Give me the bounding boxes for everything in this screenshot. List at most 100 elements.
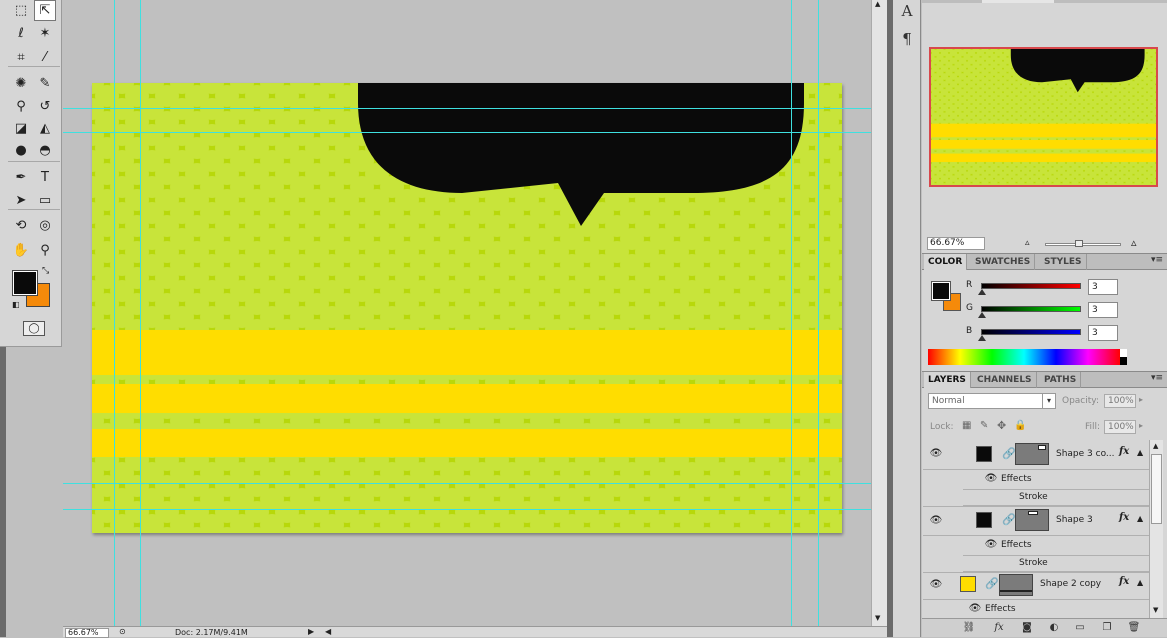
guide-horizontal[interactable] <box>63 509 871 510</box>
color-spectrum-bar[interactable] <box>928 349 1120 365</box>
add-layer-style-icon[interactable]: fx <box>992 622 1006 634</box>
green-value-field[interactable]: 3 <box>1088 302 1118 318</box>
lasso-tool-icon[interactable]: ℓ <box>10 23 32 44</box>
effect-row[interactable]: Stroke <box>963 489 1149 506</box>
layer-color-swatch[interactable] <box>960 576 976 592</box>
panel-menu-icon[interactable]: ▾≡ <box>1151 255 1163 265</box>
effects-collapse-icon[interactable]: ▲ <box>1137 514 1143 523</box>
layer-effects-icon[interactable]: fx <box>1119 576 1129 587</box>
eyedropper-tool-icon[interactable]: ⁄ <box>34 47 56 68</box>
path-selection-tool-icon[interactable]: ➤ <box>10 190 32 211</box>
zoom-in-icon[interactable]: ▵ <box>1131 236 1137 249</box>
effects-row[interactable]: 👁 Effects <box>923 470 1149 489</box>
delete-layer-icon[interactable]: 🗑 <box>1127 622 1141 634</box>
green-slider-caret[interactable] <box>978 312 986 318</box>
guide-vertical[interactable] <box>791 0 792 626</box>
layers-scrollbar[interactable]: ▲ ▼ <box>1149 440 1163 618</box>
eraser-tool-icon[interactable]: ◪ <box>10 118 32 139</box>
eye-visibility-icon[interactable]: 👁 <box>928 579 944 591</box>
layer-color-swatch[interactable] <box>976 512 992 528</box>
layer-name[interactable]: Shape 2 copy <box>1040 579 1101 589</box>
fill-field[interactable]: 100% <box>1104 420 1136 434</box>
rectangular-marquee-tool-icon[interactable]: ⬚ <box>10 0 32 21</box>
scroll-up-arrow-icon[interactable]: ▲ <box>1153 442 1158 450</box>
new-layer-icon[interactable]: ❐ <box>1100 622 1114 634</box>
crop-tool-icon[interactable]: ⌗ <box>10 47 32 68</box>
layer-color-swatch[interactable] <box>976 446 992 462</box>
magic-wand-tool-icon[interactable]: ✶ <box>34 23 56 44</box>
tab-channels[interactable]: CHANNELS <box>973 372 1037 388</box>
red-slider-caret[interactable] <box>978 289 986 295</box>
eye-visibility-icon[interactable]: 👁 <box>983 539 999 551</box>
hand-tool-icon[interactable]: ✋ <box>10 240 32 261</box>
brush-tool-icon[interactable]: ✎ <box>34 73 56 94</box>
blur-tool-icon[interactable]: ● <box>10 140 32 161</box>
type-tool-icon[interactable]: T <box>34 167 56 188</box>
paint-bucket-tool-icon[interactable]: ◭ <box>34 118 56 139</box>
guide-horizontal[interactable] <box>63 483 871 484</box>
tab-layers[interactable]: LAYERS <box>924 372 971 388</box>
navigator-zoom-slider-thumb[interactable] <box>1075 240 1083 247</box>
3d-rotate-tool-icon[interactable]: ⟲ <box>10 215 32 236</box>
document-canvas[interactable] <box>92 83 842 533</box>
3d-orbit-tool-icon[interactable]: ◎ <box>34 215 56 236</box>
navigator-thumbnail[interactable] <box>929 47 1158 187</box>
green-slider[interactable] <box>981 306 1081 312</box>
guide-vertical[interactable] <box>818 0 819 626</box>
scroll-up-arrow-icon[interactable]: ▲ <box>875 0 880 8</box>
opacity-arrow-icon[interactable]: ▸ <box>1139 395 1143 404</box>
blue-value-field[interactable]: 3 <box>1088 325 1118 341</box>
eye-visibility-icon[interactable]: 👁 <box>983 473 999 485</box>
spot-healing-tool-icon[interactable]: ✺ <box>10 73 32 94</box>
clone-stamp-tool-icon[interactable]: ⚲ <box>10 96 32 117</box>
zoom-tool-icon[interactable]: ⚲ <box>34 240 56 261</box>
history-brush-tool-icon[interactable]: ↺ <box>34 96 56 117</box>
move-tool-icon[interactable]: ⇱ <box>34 0 56 21</box>
eye-visibility-icon[interactable]: 👁 <box>967 603 983 615</box>
link-icon[interactable]: 🔗 <box>1002 447 1016 461</box>
adjustment-layer-icon[interactable]: ◐ <box>1047 622 1061 634</box>
guide-vertical[interactable] <box>140 0 141 626</box>
layer-row[interactable]: 👁 🔗 Shape 3 fx ▲ <box>923 506 1149 536</box>
layer-mask-thumbnail[interactable] <box>1015 509 1049 531</box>
blue-slider-caret[interactable] <box>978 335 986 341</box>
opacity-field[interactable]: 100% <box>1104 394 1136 408</box>
effects-collapse-icon[interactable]: ▲ <box>1137 578 1143 587</box>
lock-transparent-icon[interactable]: ▦ <box>962 420 971 431</box>
blue-slider[interactable] <box>981 329 1081 335</box>
swap-colors-icon[interactable]: ⤡ <box>42 266 49 276</box>
guide-horizontal[interactable] <box>63 108 871 109</box>
hscroll-left-arrow-icon[interactable]: ◀ <box>325 627 331 636</box>
effects-row[interactable]: 👁 Effects <box>923 600 1149 618</box>
panel-menu-icon[interactable]: ▾≡ <box>1151 373 1163 383</box>
layer-name[interactable]: Shape 3 co... <box>1056 449 1115 459</box>
layer-row[interactable]: 👁 🔗 Shape 2 copy fx ▲ <box>923 572 1149 600</box>
canvas-vertical-scrollbar[interactable]: ▲ ▼ <box>871 0 887 626</box>
foreground-color-swatch[interactable] <box>12 270 38 296</box>
tab-swatches[interactable]: SWATCHES <box>971 254 1036 270</box>
link-icon[interactable]: 🔗 <box>1002 513 1016 527</box>
layer-effects-icon[interactable]: fx <box>1119 512 1129 523</box>
guide-horizontal[interactable] <box>63 132 871 133</box>
layers-scroll-thumb[interactable] <box>1151 454 1162 524</box>
fill-arrow-icon[interactable]: ▸ <box>1139 421 1143 430</box>
black-white-swatch[interactable] <box>1120 349 1127 365</box>
add-mask-icon[interactable]: ◙ <box>1020 622 1034 634</box>
status-arrow-icon[interactable]: ▶ <box>308 627 314 636</box>
effects-row[interactable]: 👁 Effects <box>923 536 1149 555</box>
red-slider[interactable] <box>981 283 1081 289</box>
pen-tool-icon[interactable]: ✒ <box>10 167 32 188</box>
navigator-zoom-field[interactable]: 66.67% <box>927 237 985 250</box>
dodge-tool-icon[interactable]: ◓ <box>34 140 56 161</box>
layer-effects-icon[interactable]: fx <box>1119 446 1129 457</box>
layer-name[interactable]: Shape 3 <box>1056 515 1093 525</box>
lock-position-icon[interactable]: ✥ <box>997 419 1006 432</box>
effects-collapse-icon[interactable]: ▲ <box>1137 448 1143 457</box>
layer-mask-thumbnail[interactable] <box>1015 443 1049 465</box>
rectangle-shape-tool-icon[interactable]: ▭ <box>34 190 56 211</box>
default-colors-icon[interactable]: ◧ <box>12 300 20 309</box>
paragraph-panel-icon[interactable]: ¶ <box>897 30 917 50</box>
scroll-down-arrow-icon[interactable]: ▼ <box>875 614 880 622</box>
scroll-down-arrow-icon[interactable]: ▼ <box>1153 606 1158 614</box>
eye-visibility-icon[interactable]: 👁 <box>928 448 944 460</box>
